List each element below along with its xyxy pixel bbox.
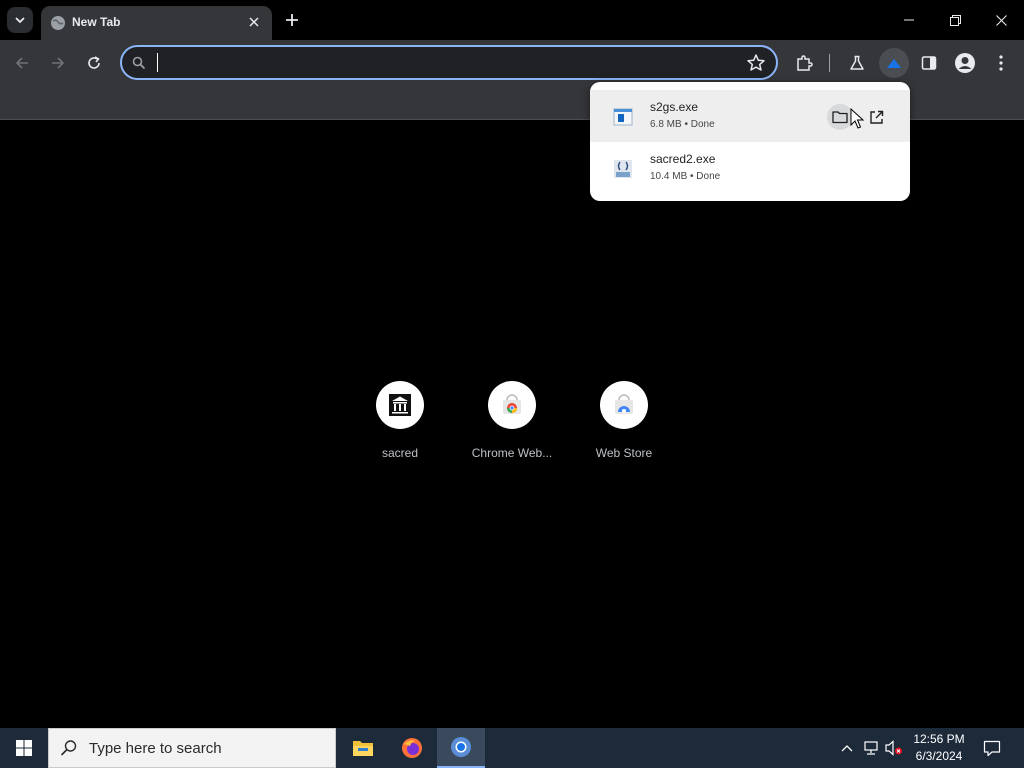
open-file-button[interactable] — [863, 104, 889, 130]
downloads-bubble: s2gs.exe 6.8 MB • Done sacred2.exe 10.4 … — [590, 82, 910, 201]
kebab-menu-icon — [999, 55, 1003, 71]
puzzle-icon — [797, 55, 813, 71]
arrow-left-icon — [15, 57, 28, 69]
close-icon — [995, 14, 1007, 26]
restore-icon — [949, 14, 961, 26]
speaker-muted-icon — [885, 740, 902, 756]
shortcut-icon-circle — [376, 381, 424, 429]
back-button[interactable] — [8, 49, 36, 77]
show-hidden-icons-button[interactable] — [838, 739, 856, 757]
firefox-icon — [402, 738, 422, 758]
network-icon — [864, 741, 878, 755]
web-store-icon — [615, 394, 633, 414]
clock-time: 12:56 PM — [913, 732, 965, 746]
toolbar-separator — [829, 54, 830, 72]
new-tab-page: sacred Chrome Web... Web Store — [0, 121, 1024, 728]
shortcut-tile[interactable]: Web Store — [568, 381, 680, 471]
download-status: 6.8 MB • Done — [650, 119, 715, 130]
globe-icon — [51, 16, 65, 30]
minimize-icon — [904, 19, 914, 21]
bookmark-star-icon[interactable] — [746, 53, 766, 73]
minimize-button[interactable] — [886, 0, 932, 40]
shortcut-label: Web Store — [595, 446, 653, 460]
restore-button[interactable] — [932, 0, 978, 40]
address-input[interactable] — [154, 51, 734, 74]
network-tray-icon[interactable] — [862, 739, 880, 757]
profile-button[interactable] — [951, 49, 979, 77]
close-window-button[interactable] — [978, 0, 1024, 40]
shortcut-tile[interactable]: Chrome Web... — [456, 381, 568, 471]
taskbar-clock[interactable]: 12:56 PM 6/3/2024 — [906, 731, 972, 765]
menu-button[interactable] — [987, 49, 1015, 77]
firefox-taskbar-button[interactable] — [388, 728, 436, 768]
extensions-button[interactable] — [790, 49, 818, 77]
browser-toolbar — [0, 40, 1024, 85]
shortcut-label: Chrome Web... — [471, 446, 553, 460]
shortcut-label: sacred — [381, 446, 419, 460]
plus-icon — [286, 14, 298, 26]
open-external-icon — [869, 110, 883, 124]
notifications-button[interactable] — [982, 738, 1002, 758]
reload-icon — [88, 56, 100, 69]
labs-button[interactable] — [843, 49, 871, 77]
chevron-down-icon — [15, 17, 25, 24]
chrome-icon — [451, 737, 471, 757]
start-button[interactable] — [0, 728, 48, 768]
tab-close-button[interactable] — [246, 14, 262, 30]
flask-icon — [850, 55, 864, 70]
exe-file-icon — [614, 160, 632, 178]
folder-icon — [353, 741, 373, 756]
tab-search-button[interactable] — [7, 7, 33, 33]
notification-icon — [983, 740, 1001, 756]
text-caret — [157, 53, 158, 72]
download-filename: s2gs.exe — [650, 100, 699, 114]
shortcut-icon-circle — [488, 381, 536, 429]
download-status: 10.4 MB • Done — [650, 171, 721, 182]
folder-icon — [832, 111, 848, 124]
reload-button[interactable] — [80, 49, 108, 77]
file-explorer-taskbar-button[interactable] — [339, 728, 387, 768]
shortcut-tile[interactable]: sacred — [344, 381, 456, 471]
chrome-web-store-icon — [503, 394, 521, 414]
search-icon — [132, 56, 146, 70]
windows-taskbar: Type here to search 12:56 PM 6/3/2024 — [0, 728, 1024, 768]
tab-new-tab[interactable]: New Tab — [41, 6, 272, 40]
download-icon — [887, 59, 901, 68]
download-filename: sacred2.exe — [650, 152, 716, 166]
search-placeholder: Type here to search — [89, 740, 222, 757]
close-icon — [249, 17, 259, 27]
shortcut-icon-circle — [600, 381, 648, 429]
windows-logo-icon — [16, 740, 32, 756]
taskbar-search-box[interactable]: Type here to search — [48, 728, 336, 768]
forward-button[interactable] — [44, 49, 72, 77]
clock-date: 6/3/2024 — [915, 749, 963, 763]
arrow-right-icon — [52, 57, 65, 69]
address-bar[interactable] — [120, 45, 778, 80]
downloads-button[interactable] — [879, 48, 909, 78]
download-item[interactable]: sacred2.exe 10.4 MB • Done — [590, 142, 910, 194]
avatar-icon — [955, 53, 975, 73]
tab-strip: New Tab — [0, 0, 1024, 40]
new-tab-button[interactable] — [281, 9, 303, 31]
volume-tray-icon[interactable] — [885, 739, 903, 757]
chrome-taskbar-button[interactable] — [437, 728, 485, 768]
mouse-cursor-icon — [850, 108, 864, 129]
side-panel-button[interactable] — [915, 49, 943, 77]
search-icon — [60, 740, 77, 756]
tab-title: New Tab — [72, 15, 121, 29]
side-panel-icon — [921, 56, 937, 70]
exe-file-icon — [613, 108, 633, 126]
chevron-up-icon — [841, 745, 853, 752]
building-icon — [389, 394, 411, 416]
